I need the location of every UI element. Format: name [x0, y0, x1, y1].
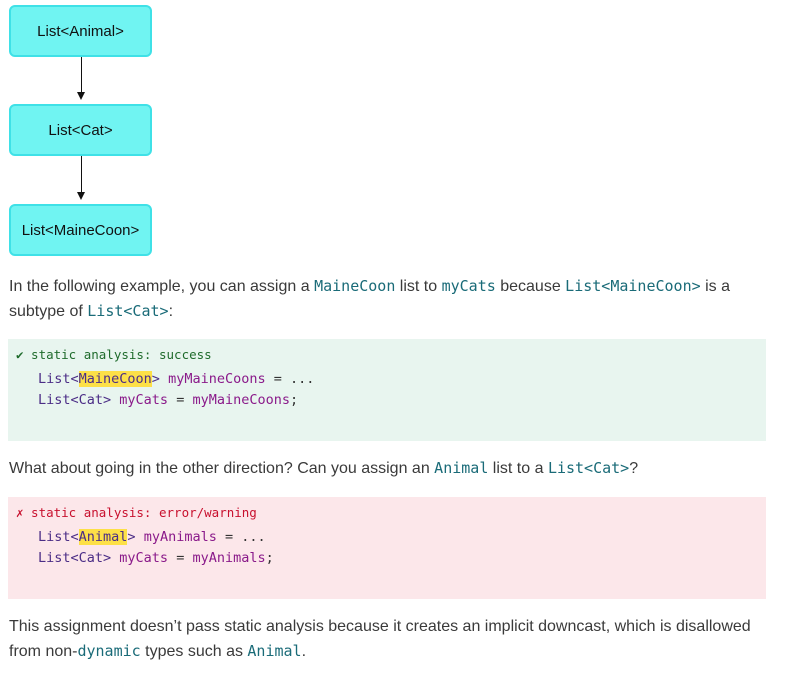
text: types such as	[140, 643, 248, 660]
diagram-node-mainecoon: List<MaineCoon>	[9, 204, 152, 256]
code-identifier: myCats	[119, 550, 169, 566]
code-block-success: ✔ static analysis: success List<MaineCoo…	[8, 339, 766, 441]
arrow-head-icon	[77, 92, 85, 100]
code-identifier: myMaineCoons	[192, 392, 290, 408]
code-line: List<Cat> myCats = myMaineCoons;	[38, 392, 298, 408]
inline-code: myCats	[441, 277, 496, 295]
code-token: =	[168, 392, 193, 408]
text: .	[301, 643, 307, 660]
paragraph-question: What about going in the other direction?…	[9, 456, 769, 481]
inline-code: dynamic	[77, 642, 141, 660]
code-token: ;	[290, 392, 299, 408]
code-line: List<Cat> myCats = myAnimals;	[38, 550, 274, 566]
code-token: =	[168, 550, 193, 566]
code-token: ;	[265, 550, 274, 566]
code-token: List<Cat>	[38, 392, 120, 408]
text: In the following example, you can assign…	[9, 278, 315, 295]
code-identifier: myAnimals	[143, 529, 217, 545]
highlighted-token: Animal	[78, 529, 128, 545]
text: What about going in the other direction?…	[9, 460, 435, 477]
inline-code: List<Cat>	[87, 302, 169, 320]
text: ?	[629, 460, 639, 477]
highlighted-token: MaineCoon	[78, 371, 152, 387]
paragraph-subtype-explanation: In the following example, you can assign…	[9, 274, 769, 324]
text: list to a	[488, 460, 548, 477]
inline-code: MaineCoon	[314, 277, 396, 295]
diagram-arrow	[81, 57, 82, 92]
code-token: List<	[38, 529, 79, 545]
code-token: List<Cat>	[38, 550, 120, 566]
diagram-node-cat: List<Cat>	[9, 104, 152, 156]
arrow-head-icon	[77, 192, 85, 200]
status-success: ✔ static analysis: success	[16, 347, 212, 362]
code-line: List<Animal> myAnimals = ...	[38, 529, 266, 545]
status-error: ✗ static analysis: error/warning	[16, 505, 257, 520]
code-token: = ...	[216, 529, 266, 545]
text: :	[168, 303, 174, 320]
code-line: List<MaineCoon> myMaineCoons = ...	[38, 371, 314, 387]
code-identifier: myMaineCoons	[168, 371, 266, 387]
code-token: >	[151, 371, 169, 387]
diagram-arrow	[81, 156, 82, 192]
code-identifier: myCats	[119, 392, 169, 408]
paragraph-downcast-explanation: This assignment doesn’t pass static anal…	[9, 615, 769, 664]
code-identifier: myAnimals	[192, 550, 266, 566]
inline-code: Animal	[247, 642, 302, 660]
code-token: >	[127, 529, 144, 545]
text: because	[495, 278, 566, 295]
code-token: = ...	[265, 371, 315, 387]
code-token: List<	[38, 371, 79, 387]
inline-code: List<Cat>	[547, 459, 630, 477]
text: list to	[395, 278, 442, 295]
code-block-error: ✗ static analysis: error/warning List<An…	[8, 497, 766, 599]
diagram-node-animal: List<Animal>	[9, 5, 152, 57]
inline-code: List<MaineCoon>	[565, 277, 701, 295]
inline-code: Animal	[434, 459, 489, 477]
